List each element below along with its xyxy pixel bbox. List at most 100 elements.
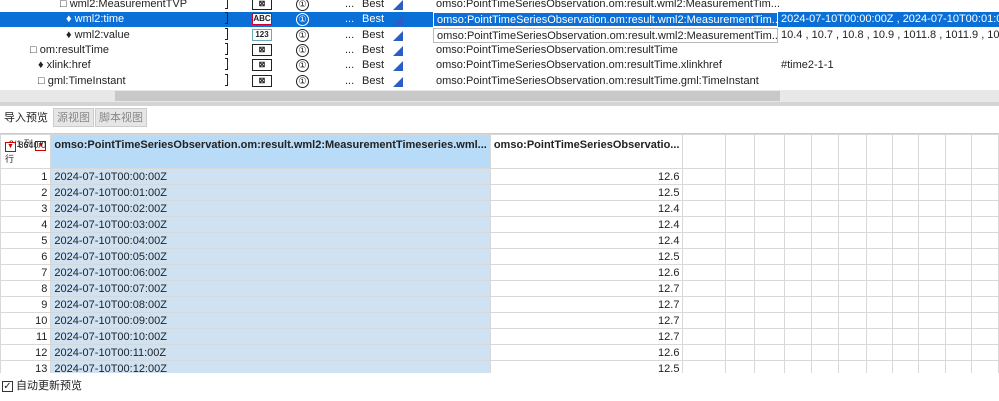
tree-row[interactable]: □ gml:TimeInstant ⊠ ① ... Best omso:Poin… xyxy=(0,74,999,89)
value-cell[interactable]: 12.7 xyxy=(489,280,684,297)
value-cell[interactable]: 12.5 xyxy=(489,360,684,373)
column-path: omso:PointTimeSeriesObservation.om:resul… xyxy=(436,75,759,87)
value-cell[interactable]: 12.4 xyxy=(489,232,684,249)
value-cell[interactable]: 12.4 xyxy=(489,200,684,217)
time-cell[interactable]: 2024-07-10T00:07:00Z xyxy=(50,280,491,297)
splitter[interactable] xyxy=(0,102,999,106)
empty-cell xyxy=(971,296,999,313)
value-cell[interactable]: 12.5 xyxy=(489,184,684,201)
empty-cell xyxy=(724,232,755,249)
empty-column-header xyxy=(783,134,812,169)
tree-row[interactable]: □ wml2:MeasurementTVP ⊠ ① ... Best omso:… xyxy=(0,0,999,12)
empty-cell xyxy=(944,184,973,201)
column-path[interactable]: omso:PointTimeSeriesObservation.om:resul… xyxy=(433,12,778,27)
time-cell[interactable]: 2024-07-10T00:03:00Z xyxy=(50,216,491,233)
time-cell[interactable]: 2024-07-10T00:09:00Z xyxy=(50,312,491,329)
column-path[interactable]: omso:PointTimeSeriesObservation.om:resul… xyxy=(433,28,778,43)
empty-cell xyxy=(753,280,785,297)
tree-row[interactable]: □ om:resultTime ⊠ ① ... Best omso:PointT… xyxy=(0,43,999,58)
tree-row[interactable]: ♦ wml2:time ABC ① ... Best omso:PointTim… xyxy=(0,12,999,27)
empty-cell xyxy=(918,216,946,233)
column-header-time[interactable]: omso:PointTimeSeriesObservation.om:resul… xyxy=(50,134,491,169)
table-row[interactable]: 4 2024-07-10T00:03:00Z 12.4 xyxy=(0,216,999,233)
empty-cell xyxy=(891,280,920,297)
table-row[interactable]: 3 2024-07-10T00:02:00Z 12.4 xyxy=(0,200,999,217)
value-cell[interactable]: 12.7 xyxy=(489,328,684,345)
empty-cell xyxy=(724,248,755,265)
table-row[interactable]: 11 2024-07-10T00:10:00Z 12.7 xyxy=(0,328,999,345)
rows-dropdown-icon[interactable]: ▼ xyxy=(5,142,16,152)
value-cell[interactable]: 12.7 xyxy=(489,296,684,313)
value-cell[interactable]: 12.4 xyxy=(489,216,684,233)
table-row[interactable]: 12 2024-07-10T00:11:00Z 12.6 xyxy=(0,344,999,361)
tab-import-preview[interactable]: 导入预览 xyxy=(0,108,52,127)
empty-cell xyxy=(838,200,867,217)
table-row[interactable]: 5 2024-07-10T00:04:00Z 12.4 xyxy=(0,232,999,249)
tab-script-view[interactable]: 脚本视图 xyxy=(95,108,147,127)
more-button[interactable]: ... xyxy=(345,58,354,73)
empty-cell xyxy=(971,248,999,265)
time-cell[interactable]: 2024-07-10T00:05:00Z xyxy=(50,248,491,265)
time-cell[interactable]: 2024-07-10T00:12:00Z xyxy=(50,360,491,373)
more-button[interactable]: ... xyxy=(345,28,354,43)
time-cell[interactable]: 2024-07-10T00:10:00Z xyxy=(50,328,491,345)
empty-cell xyxy=(810,280,840,297)
value-cell[interactable]: 12.5 xyxy=(489,248,684,265)
empty-cell xyxy=(724,168,755,185)
signal-icon xyxy=(393,0,403,10)
empty-cell xyxy=(971,200,999,217)
column-header-value[interactable]: omso:PointTimeSeriesObservatio... xyxy=(489,134,684,169)
none-type-icon: ⊠ xyxy=(252,59,272,71)
tree-row[interactable]: ♦ xlink:href ⊠ ① ... Best omso:PointTime… xyxy=(0,58,999,73)
empty-column-header xyxy=(810,134,840,169)
empty-cell xyxy=(891,296,920,313)
structure-tree: □ wml2:MeasurementTVP ⊠ ① ... Best omso:… xyxy=(0,0,999,103)
tree-horizontal-scrollbar[interactable] xyxy=(0,90,999,102)
time-cell[interactable]: 2024-07-10T00:02:00Z xyxy=(50,200,491,217)
table-row[interactable]: 13 2024-07-10T00:12:00Z 12.5 xyxy=(0,360,999,373)
empty-cell xyxy=(838,168,867,185)
empty-cell xyxy=(682,264,726,281)
empty-cell xyxy=(682,296,726,313)
time-cell[interactable]: 2024-07-10T00:01:00Z xyxy=(50,184,491,201)
empty-cell xyxy=(891,312,920,329)
time-cell[interactable]: 2024-07-10T00:11:00Z xyxy=(50,344,491,361)
value-cell[interactable]: 12.6 xyxy=(489,344,684,361)
tree-row[interactable]: ♦ wml2:value 123 ① ... Best omso:PointTi… xyxy=(0,28,999,43)
scrollbar-thumb[interactable] xyxy=(115,91,780,101)
more-button[interactable]: ... xyxy=(345,74,354,89)
value-cell[interactable]: 12.6 xyxy=(489,168,684,185)
value-cell[interactable]: 12.7 xyxy=(489,312,684,329)
table-row[interactable]: 7 2024-07-10T00:06:00Z 12.6 xyxy=(0,264,999,281)
more-button[interactable]: ... xyxy=(345,12,354,27)
match-mode: Best xyxy=(362,75,385,87)
empty-cell xyxy=(682,200,726,217)
table-row[interactable]: 9 2024-07-10T00:08:00Z 12.7 xyxy=(0,296,999,313)
time-cell[interactable]: 2024-07-10T00:04:00Z xyxy=(50,232,491,249)
empty-cell xyxy=(971,328,999,345)
more-button[interactable]: ... xyxy=(345,0,354,12)
table-row[interactable]: 1 2024-07-10T00:00:00Z 12.6 xyxy=(0,168,999,185)
empty-cell xyxy=(810,344,840,361)
table-row[interactable]: 6 2024-07-10T00:05:00Z 12.5 xyxy=(0,248,999,265)
empty-cell xyxy=(865,232,893,249)
empty-cell xyxy=(682,312,726,329)
table-row[interactable]: 8 2024-07-10T00:07:00Z 12.7 xyxy=(0,280,999,297)
empty-cell xyxy=(682,168,726,185)
empty-cell xyxy=(971,280,999,297)
more-button[interactable]: ... xyxy=(345,43,354,58)
empty-cell xyxy=(753,360,785,373)
table-row[interactable]: 2 2024-07-10T00:01:00Z 12.5 xyxy=(0,184,999,201)
preview-grid: 2/1 列 ▼ ▼ 8640/0 行 omso:PointTimeSeriesO… xyxy=(0,133,999,373)
auto-update-preview-checkbox[interactable]: ✓ 自动更新预览 xyxy=(0,374,999,401)
empty-cell xyxy=(783,264,812,281)
row-number: 7 xyxy=(0,264,52,281)
tab-source-view[interactable]: 源视图 xyxy=(53,108,94,127)
value-cell[interactable]: 12.6 xyxy=(489,264,684,281)
table-row[interactable]: 10 2024-07-10T00:09:00Z 12.7 xyxy=(0,312,999,329)
time-cell[interactable]: 2024-07-10T00:06:00Z xyxy=(50,264,491,281)
time-cell[interactable]: 2024-07-10T00:08:00Z xyxy=(50,296,491,313)
empty-cell xyxy=(724,264,755,281)
checkbox-icon[interactable]: ✓ xyxy=(2,380,13,392)
time-cell[interactable]: 2024-07-10T00:00:00Z xyxy=(50,168,491,185)
